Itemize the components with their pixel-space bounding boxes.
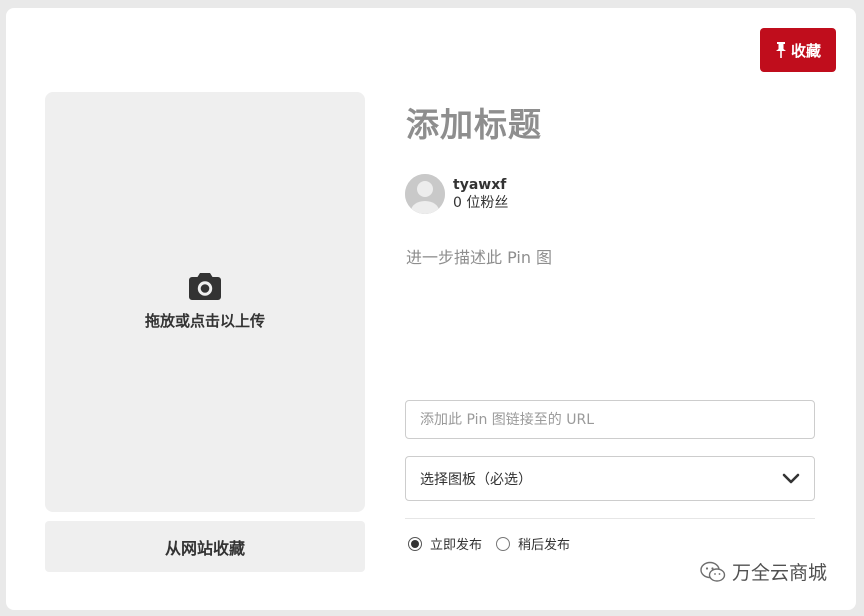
save-button-label: 收藏 bbox=[790, 41, 821, 60]
save-from-website-button[interactable]: 从网站收藏 bbox=[45, 521, 365, 572]
pin-icon bbox=[775, 42, 787, 58]
create-pin-card: 收藏 拖放或点击以上传 从网站收藏 添加标题 tyawxf 0 位粉丝 进一步描… bbox=[6, 8, 856, 610]
watermark-text: 万全云商城 bbox=[732, 562, 828, 584]
pin-description-field[interactable]: 进一步描述此 Pin 图 bbox=[406, 244, 552, 268]
save-button[interactable]: 收藏 bbox=[760, 28, 836, 72]
follower-count: 0 位粉丝 bbox=[453, 195, 509, 211]
publish-options: 立即发布 稍后发布 bbox=[408, 534, 570, 553]
profile-info: tyawxf 0 位粉丝 bbox=[453, 176, 508, 212]
watermark: 万全云商城 bbox=[700, 558, 827, 585]
chevron-down-icon bbox=[782, 473, 800, 485]
divider bbox=[405, 518, 815, 519]
upload-label: 拖放或点击以上传 bbox=[144, 312, 265, 330]
publish-now-radio[interactable] bbox=[408, 536, 422, 551]
wechat-icon bbox=[700, 561, 726, 583]
publish-later-option[interactable]: 稍后发布 bbox=[496, 534, 570, 553]
username: tyawxf bbox=[453, 177, 507, 193]
publish-now-label: 立即发布 bbox=[430, 538, 483, 553]
publish-later-radio[interactable] bbox=[496, 536, 511, 551]
avatar bbox=[405, 174, 445, 214]
publish-now-option[interactable]: 立即发布 bbox=[408, 534, 482, 553]
board-select[interactable]: 选择图板（必选） bbox=[405, 456, 815, 501]
destination-url-input[interactable] bbox=[405, 400, 815, 439]
publish-later-label: 稍后发布 bbox=[518, 538, 571, 553]
user-profile: tyawxf 0 位粉丝 bbox=[405, 174, 508, 214]
board-select-value: 选择图板（必选） bbox=[420, 471, 532, 488]
camera-icon bbox=[189, 273, 221, 300]
pin-title-field[interactable]: 添加标题 bbox=[406, 98, 542, 146]
image-upload-dropzone[interactable]: 拖放或点击以上传 bbox=[45, 92, 365, 512]
default-user-icon bbox=[405, 174, 445, 214]
